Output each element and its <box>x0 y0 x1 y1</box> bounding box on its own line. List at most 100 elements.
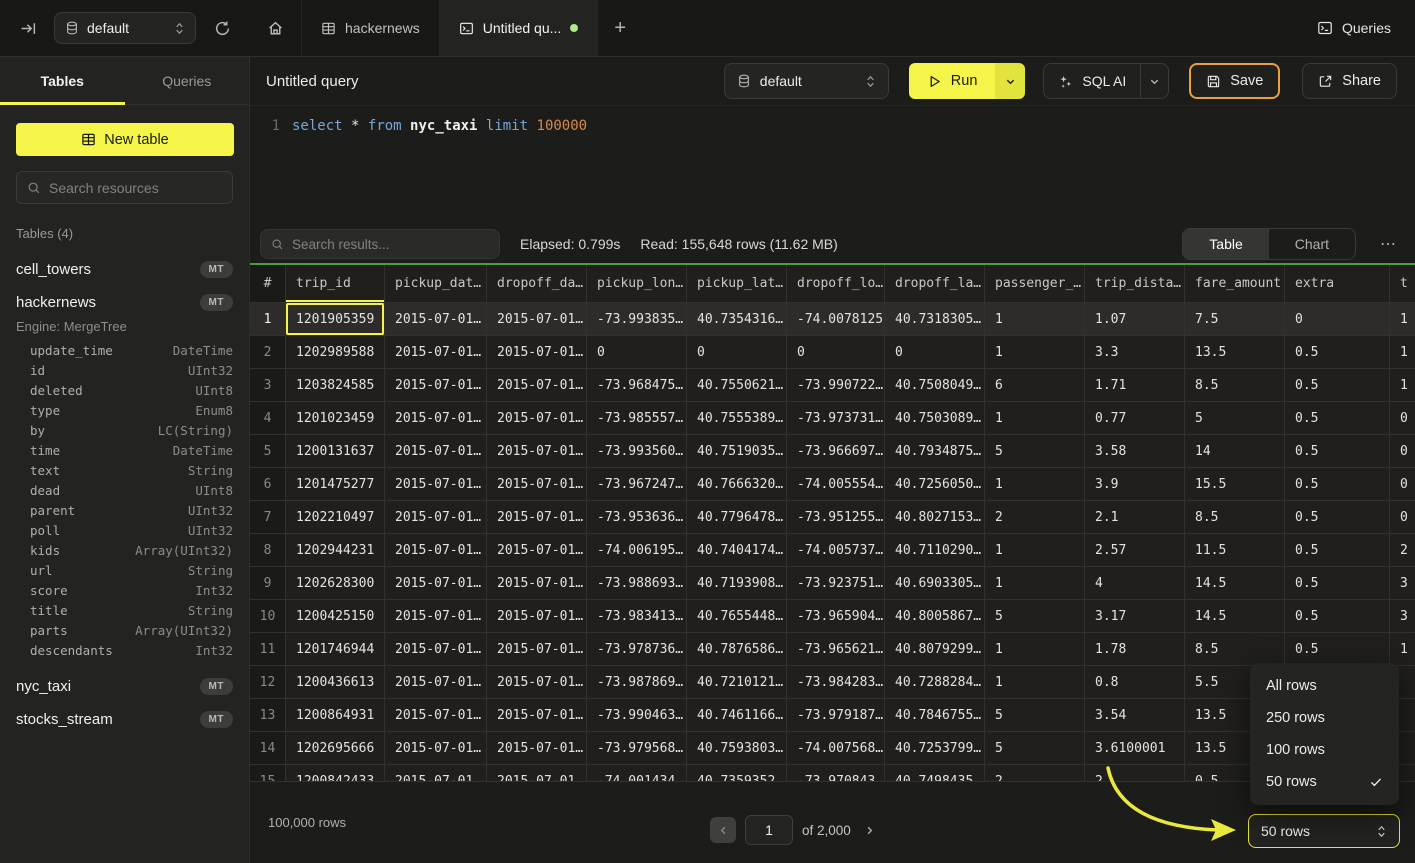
grid-cell[interactable]: 1 <box>985 633 1085 665</box>
grid-cell[interactable]: 2015-07-01… <box>385 732 487 764</box>
grid-cell[interactable]: 14 <box>1185 435 1285 467</box>
grid-cell[interactable]: 40.7796478… <box>687 501 787 533</box>
grid-header-cell[interactable]: trip_id <box>286 265 385 302</box>
row-number[interactable]: 1 <box>250 303 286 335</box>
row-number[interactable]: 9 <box>250 567 286 599</box>
grid-cell[interactable]: 2015-07-01… <box>487 666 587 698</box>
grid-cell[interactable]: 2015-07-01… <box>385 435 487 467</box>
grid-cell[interactable]: 2015-07-01… <box>487 534 587 566</box>
grid-cell[interactable]: 6 <box>985 369 1085 401</box>
grid-cell[interactable]: 40.7655448… <box>687 600 787 632</box>
sql-code-line[interactable]: select * from nyc_taxi limit 100000 <box>292 118 587 225</box>
grid-cell[interactable]: 40.7550621… <box>687 369 787 401</box>
grid-cell[interactable]: 1.71 <box>1085 369 1185 401</box>
grid-cell[interactable]: 2015-07-01… <box>487 567 587 599</box>
grid-cell[interactable]: 1 <box>985 567 1085 599</box>
grid-cell[interactable]: 40.8027153… <box>885 501 985 533</box>
grid-cell[interactable]: 5 <box>985 435 1085 467</box>
page-number-input[interactable] <box>745 815 793 845</box>
sql-editor[interactable]: 1 select * from nyc_taxi limit 100000 <box>250 105 1415 225</box>
rows-menu-item[interactable]: 100 rows <box>1250 734 1399 766</box>
grid-cell[interactable]: 1202210497 <box>286 501 385 533</box>
grid-header-cell[interactable]: dropoff_lo… <box>787 265 885 302</box>
grid-cell[interactable]: 0.5 <box>1285 567 1390 599</box>
grid-cell[interactable]: 2.1 <box>1085 501 1185 533</box>
tab-untitled-query[interactable]: Untitled qu... <box>440 0 599 56</box>
grid-cell[interactable]: 0 <box>1390 468 1415 500</box>
sidebar-item-stocks-stream[interactable]: stocks_stream MT <box>16 703 233 736</box>
row-number[interactable]: 12 <box>250 666 286 698</box>
grid-cell[interactable]: 0.5 <box>1285 468 1390 500</box>
grid-cell[interactable]: 1200425150 <box>286 600 385 632</box>
grid-cell[interactable]: -73.965621… <box>787 633 885 665</box>
grid-cell[interactable]: 2015-07-01… <box>487 303 587 335</box>
grid-header-cell[interactable]: fare_amount <box>1185 265 1285 302</box>
grid-cell[interactable]: -73.979568… <box>587 732 687 764</box>
grid-cell[interactable]: 0 <box>1285 303 1390 335</box>
row-number[interactable]: 8 <box>250 534 286 566</box>
rows-menu-item[interactable]: All rows <box>1250 670 1399 702</box>
grid-cell[interactable]: -73.988693… <box>587 567 687 599</box>
grid-cell[interactable]: 2015-07-01… <box>385 567 487 599</box>
grid-cell[interactable]: 0.5 <box>1285 435 1390 467</box>
row-number[interactable]: 15 <box>250 765 286 781</box>
grid-cell[interactable]: 2015-07-01… <box>385 501 487 533</box>
sidebar-item-hackernews[interactable]: hackernews MT <box>16 286 233 319</box>
grid-cell[interactable]: -73.953636… <box>587 501 687 533</box>
grid-cell[interactable]: 40.7318305… <box>885 303 985 335</box>
grid-cell[interactable]: 0 <box>687 336 787 368</box>
grid-cell[interactable]: 1 <box>1390 369 1415 401</box>
grid-cell[interactable]: 13.5 <box>1185 336 1285 368</box>
row-number[interactable]: 2 <box>250 336 286 368</box>
grid-header-cell[interactable]: pickup_dat… <box>385 265 487 302</box>
grid-header-cell[interactable]: pickup_lat… <box>687 265 787 302</box>
grid-cell[interactable]: 2015-07-01… <box>487 732 587 764</box>
grid-cell[interactable]: 40.7110290… <box>885 534 985 566</box>
grid-cell[interactable]: 2 <box>985 765 1085 781</box>
grid-header-cell[interactable]: dropoff_da… <box>487 265 587 302</box>
row-number[interactable]: 6 <box>250 468 286 500</box>
grid-cell[interactable]: 3.9 <box>1085 468 1185 500</box>
sidebar-tab-tables[interactable]: Tables <box>0 57 125 104</box>
grid-cell[interactable]: 1202989588 <box>286 336 385 368</box>
grid-cell[interactable]: 2.57 <box>1085 534 1185 566</box>
grid-cell[interactable]: 40.7256050… <box>885 468 985 500</box>
grid-cell[interactable]: 0.5 <box>1285 534 1390 566</box>
grid-cell[interactable]: 40.8005867… <box>885 600 985 632</box>
grid-cell[interactable]: 40.7508049… <box>885 369 985 401</box>
grid-cell[interactable]: -73.973731… <box>787 402 885 434</box>
grid-cell[interactable]: 0.5 <box>1285 336 1390 368</box>
grid-cell[interactable]: 0.5 <box>1285 402 1390 434</box>
grid-cell[interactable]: 3.6100001 <box>1085 732 1185 764</box>
grid-cell[interactable]: 1 <box>1390 303 1415 335</box>
grid-cell[interactable]: 1.78 <box>1085 633 1185 665</box>
results-search-input[interactable] <box>292 237 489 252</box>
grid-cell[interactable]: 1202944231 <box>286 534 385 566</box>
grid-header-cell[interactable]: dropoff_la… <box>885 265 985 302</box>
grid-header-cell[interactable]: extra <box>1285 265 1390 302</box>
grid-cell[interactable]: 2015-07-01… <box>487 600 587 632</box>
grid-cell[interactable]: 40.7193908… <box>687 567 787 599</box>
grid-cell[interactable]: -73.965904… <box>787 600 885 632</box>
grid-cell[interactable]: 2015-07-01… <box>487 501 587 533</box>
grid-cell[interactable]: -74.007568… <box>787 732 885 764</box>
grid-cell[interactable]: 8.5 <box>1185 633 1285 665</box>
grid-cell[interactable]: 5 <box>985 600 1085 632</box>
connection-select[interactable]: default <box>54 12 196 44</box>
grid-cell[interactable]: -73.983413… <box>587 600 687 632</box>
grid-cell[interactable]: 40.7498435 <box>885 765 985 781</box>
grid-cell[interactable]: 3.54 <box>1085 699 1185 731</box>
grid-cell[interactable]: 1 <box>1390 336 1415 368</box>
grid-cell[interactable]: 0.5 <box>1285 633 1390 665</box>
grid-cell[interactable]: 3.58 <box>1085 435 1185 467</box>
grid-cell[interactable]: 40.7253799… <box>885 732 985 764</box>
grid-cell[interactable]: 8.5 <box>1185 369 1285 401</box>
results-search[interactable] <box>260 229 500 259</box>
grid-cell[interactable]: 2015-07-01… <box>487 336 587 368</box>
grid-cell[interactable]: 1201746944 <box>286 633 385 665</box>
grid-cell[interactable]: 40.7354316… <box>687 303 787 335</box>
grid-cell[interactable]: 2015-07-01… <box>385 534 487 566</box>
grid-cell[interactable]: 2015-07-01 <box>385 765 487 781</box>
row-number[interactable]: 3 <box>250 369 286 401</box>
grid-cell[interactable]: -73.984283… <box>787 666 885 698</box>
